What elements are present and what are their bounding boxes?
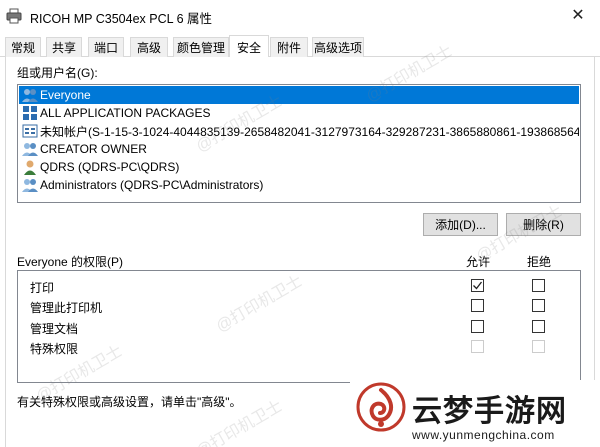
add-button[interactable]: 添加(D)... (423, 213, 498, 236)
advanced-hint: 有关特殊权限或高级设置，请单击"高级"。 (17, 395, 242, 409)
deny-manage-documents-checkbox[interactable] (532, 320, 545, 333)
user-name: Everyone (40, 88, 91, 102)
allow-special-permissions-checkbox (471, 340, 484, 353)
user-name: CREATOR OWNER (40, 142, 147, 156)
printer-icon (6, 8, 22, 24)
packages-icon (23, 106, 37, 120)
user-name: QDRS (QDRS-PC\QDRS) (40, 160, 180, 174)
deny-print-checkbox[interactable] (532, 279, 545, 292)
site-brand: 云梦手游网 www.yunmengchina.com (350, 380, 600, 447)
tab-sharing[interactable]: 共享 (46, 37, 82, 57)
tab-ports[interactable]: 端口 (88, 37, 124, 57)
users-label: 组或用户名(G): (17, 66, 98, 80)
tab-security[interactable]: 安全 (229, 35, 269, 58)
allow-manage-printer-checkbox[interactable] (471, 299, 484, 312)
deny-special-permissions-checkbox (532, 340, 545, 353)
tab-color-management[interactable]: 颜色管理 (173, 37, 229, 57)
tab-general[interactable]: 常规 (5, 37, 41, 57)
permission-name: 打印 (30, 281, 55, 295)
allow-header: 允许 (466, 255, 491, 269)
tab-advanced-options[interactable]: 高级选项 (312, 37, 364, 57)
group-icon (22, 179, 38, 192)
list-item[interactable]: CREATOR OWNER (19, 140, 579, 158)
unknown-account-icon (22, 124, 38, 138)
brand-url: www.yunmengchina.com (412, 428, 555, 442)
brand-name: 云梦手游网 (412, 395, 567, 428)
allow-print-checkbox[interactable] (471, 279, 484, 292)
permissions-label: Everyone 的权限(P) (17, 255, 124, 269)
user-name: Administrators (QDRS-PC\Administrators) (40, 178, 264, 192)
list-item[interactable]: QDRS (QDRS-PC\QDRS) (19, 158, 579, 176)
list-item[interactable]: ALL APPLICATION PACKAGES (19, 104, 579, 122)
remove-button[interactable]: 删除(R) (506, 213, 581, 236)
checkmark-icon (473, 281, 483, 290)
list-item[interactable]: 未知帐户(S-1-15-3-1024-4044835139-2658482041… (19, 122, 579, 140)
window-title: RICOH MP C3504ex PCL 6 属性 (30, 12, 213, 26)
user-name: 未知帐户(S-1-15-3-1024-4044835139-2658482041… (40, 124, 579, 139)
title-bar: RICOH MP C3504ex PCL 6 属性 ✕ (0, 0, 600, 32)
permission-name: 特殊权限 (30, 342, 79, 356)
deny-manage-printer-checkbox[interactable] (532, 299, 545, 312)
brand-logo-icon (356, 382, 406, 432)
group-icon (22, 89, 38, 102)
list-item[interactable]: Everyone (19, 86, 579, 104)
user-name: ALL APPLICATION PACKAGES (40, 106, 211, 120)
tab-strip: 常规 共享 端口 高级 颜色管理 安全 附件 高级选项 (0, 35, 600, 58)
close-button[interactable]: ✕ (556, 0, 600, 30)
allow-manage-documents-checkbox[interactable] (471, 320, 484, 333)
user-list[interactable]: Everyone ALL APPLICATION PACKAGES 未知帐户(S… (17, 84, 581, 203)
permission-name: 管理此打印机 (30, 301, 103, 315)
list-item[interactable]: Administrators (QDRS-PC\Administrators) (19, 176, 579, 194)
user-icon (24, 160, 36, 175)
permission-name: 管理文档 (30, 322, 79, 336)
close-icon: ✕ (571, 7, 585, 24)
tab-attachments[interactable]: 附件 (270, 37, 308, 57)
group-icon (22, 143, 38, 156)
permissions-list: 打印 管理此打印机 管理文档 特殊权限 (17, 270, 581, 383)
tab-advanced[interactable]: 高级 (130, 37, 168, 57)
deny-header: 拒绝 (527, 255, 552, 269)
